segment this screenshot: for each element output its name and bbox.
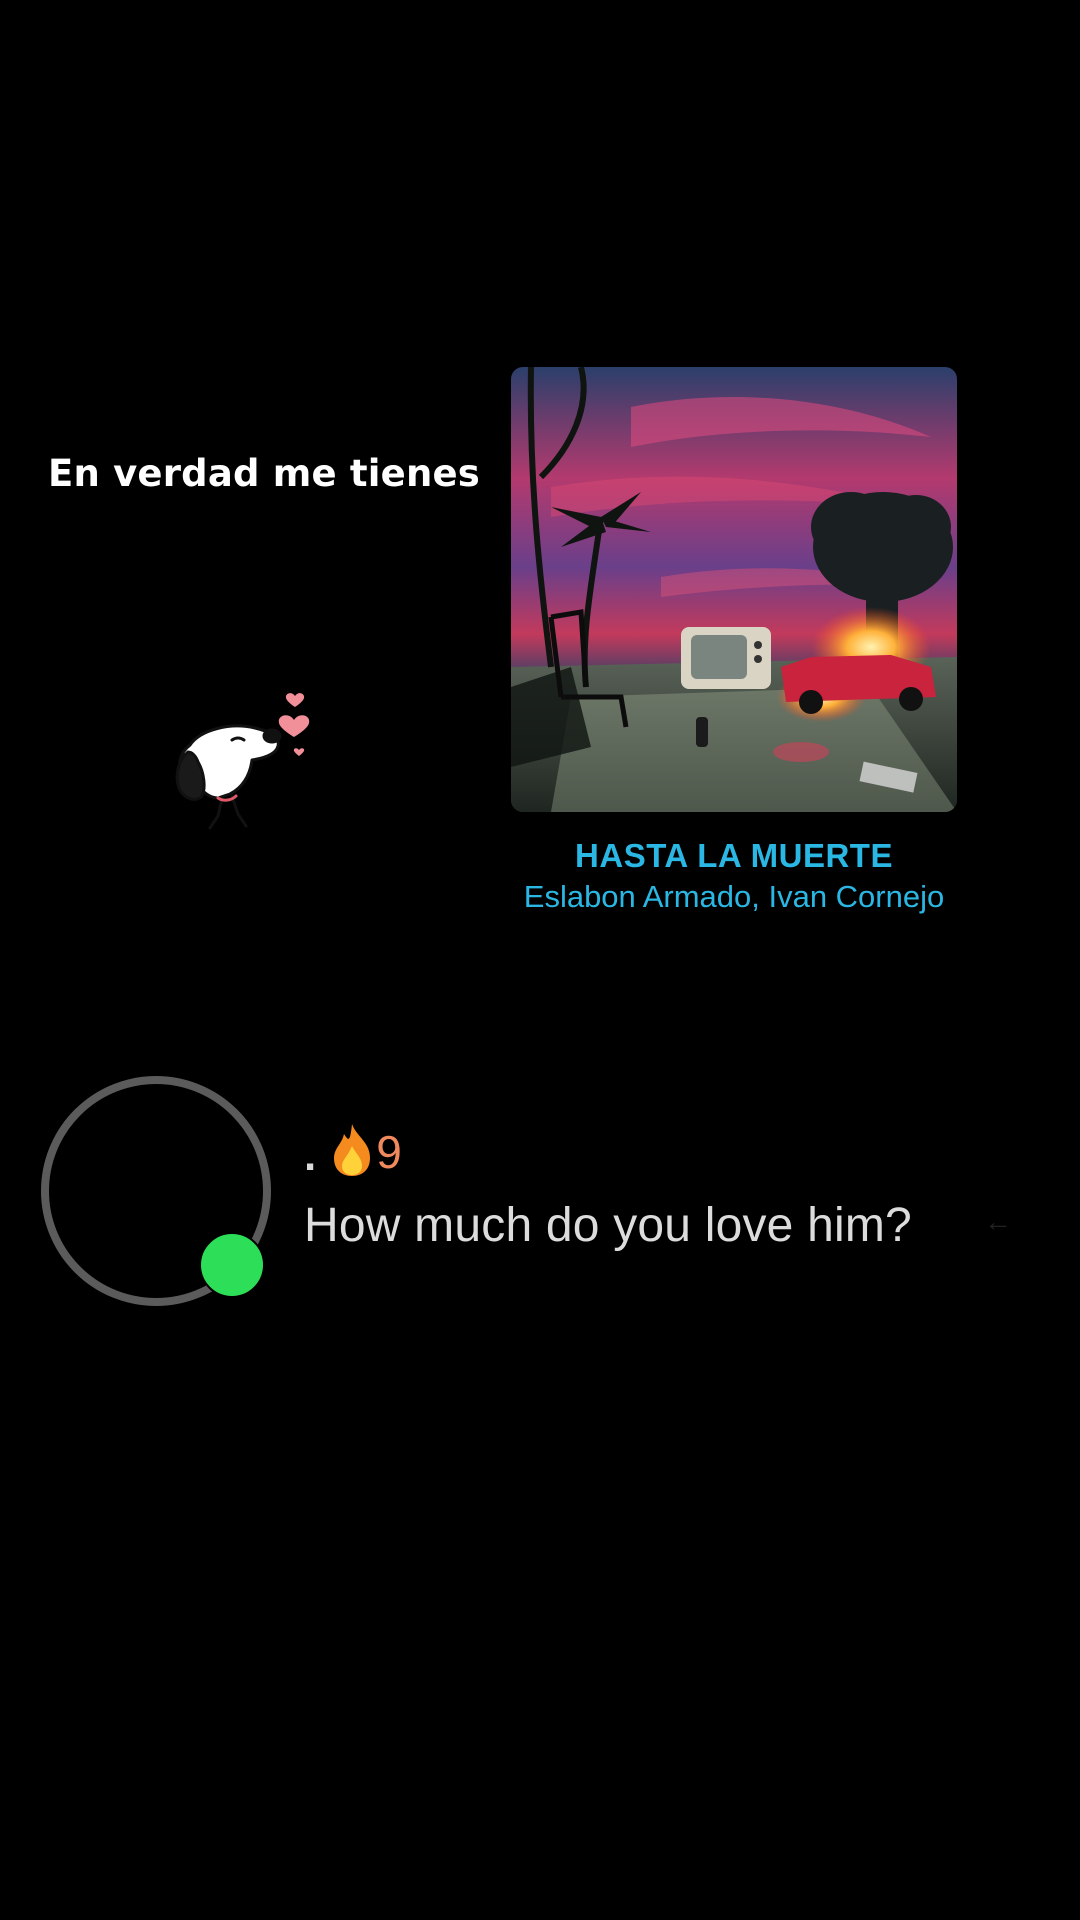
heart-icon — [278, 693, 310, 756]
album-cover[interactable] — [511, 367, 957, 812]
lyric-text: En verdad me tienes — [48, 452, 481, 495]
fire-icon — [330, 1122, 374, 1183]
online-status-dot — [199, 1232, 265, 1298]
chat-header: . 9 — [304, 1122, 402, 1182]
song-artist[interactable]: Eslabon Armado, Ivan Cornejo — [500, 879, 968, 915]
snoopy-sticker — [160, 680, 330, 850]
message-text: How much do you love him? — [304, 1199, 912, 1252]
username[interactable]: . — [304, 1131, 316, 1181]
streak-count: 9 — [376, 1126, 402, 1178]
snoopy-icon — [175, 724, 282, 830]
faded-arrow-icon: ← — [984, 1206, 1012, 1237]
song-title[interactable]: HASTA LA MUERTE — [511, 837, 957, 875]
